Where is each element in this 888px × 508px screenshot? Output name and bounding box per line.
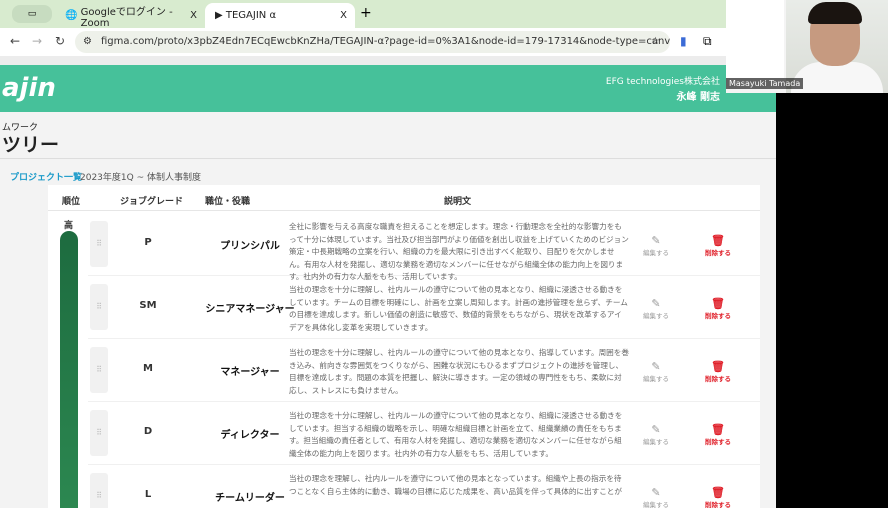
job-grade: L bbox=[144, 489, 152, 500]
divider bbox=[0, 158, 776, 159]
delete-button[interactable]: 🗑 削除する bbox=[698, 487, 738, 508]
job-grade: SM bbox=[139, 300, 157, 311]
table-row: ⠿ SM シニアマネージャー 当社の理念を十分に理解し、社内ルールの遵守について… bbox=[88, 276, 760, 339]
pencil-icon: ✎ bbox=[651, 423, 661, 436]
header-grade: ジョブグレード bbox=[120, 197, 184, 207]
tab-sidebar-button[interactable]: ▭ bbox=[12, 5, 52, 23]
user-name[interactable]: 永峰 剛志 bbox=[677, 88, 720, 103]
table-row: ⠿ P プリンシパル 全社に影響を与える高度な職責を担えることを想定します。理念… bbox=[88, 213, 760, 281]
job-grade: D bbox=[143, 426, 153, 437]
tab-tegajin[interactable]: ▶ TEGAJIN αX bbox=[205, 3, 355, 28]
address-bar-row: ← → ↻ ⚙ figma.com/proto/x3pbZ4Edn7ECqEwcb… bbox=[0, 28, 776, 56]
url-input[interactable]: ⚙ figma.com/proto/x3pbZ4Edn7ECqEwcbKnZHa/… bbox=[75, 31, 670, 53]
delete-button[interactable]: 🗑 削除する bbox=[698, 234, 738, 258]
drag-handle-icon[interactable]: ⠿ bbox=[90, 284, 108, 330]
delete-button[interactable]: 🗑 削除する bbox=[698, 360, 738, 384]
header-role: 職位・役職 bbox=[205, 197, 251, 207]
shared-slide-thumbnail bbox=[726, 0, 784, 78]
header-rank: 順位 bbox=[62, 197, 81, 207]
site-settings-icon[interactable]: ⚙ bbox=[83, 31, 92, 53]
edit-button[interactable]: ✎ 編集する bbox=[636, 360, 676, 384]
close-tab-icon[interactable]: X bbox=[340, 10, 347, 21]
globe-icon: 🌐 bbox=[65, 10, 81, 21]
header-description: 説明文 bbox=[444, 197, 472, 207]
role-description: 当社の理念を十分に理解し、社内ルールの遵守について他の見本となり、指導しています… bbox=[289, 348, 629, 395]
tab-zoom[interactable]: 🌐 Googleでログイン - Zoom X bbox=[55, 3, 205, 29]
drag-handle-icon[interactable]: ⠿ bbox=[90, 347, 108, 393]
pencil-icon: ✎ bbox=[651, 297, 661, 310]
app-header: ajin EFG technologies株式会社 永峰 剛志 bbox=[0, 65, 776, 112]
reload-icon[interactable]: ↻ bbox=[55, 34, 65, 48]
role-description: 当社の理念を十分に理解し、社内ルールの遵守について他の見本となり、組織に浸透させ… bbox=[289, 411, 623, 458]
table-row: ⠿ M マネージャー 当社の理念を十分に理解し、社内ルールの遵守について他の見本… bbox=[88, 339, 760, 402]
edit-button[interactable]: ✎ 編集する bbox=[636, 234, 676, 258]
edit-button[interactable]: ✎ 編集する bbox=[636, 423, 676, 447]
delete-button[interactable]: 🗑 削除する bbox=[698, 423, 738, 447]
breadcrumb-current: 2023年度1Q ~ 体制人事制度 bbox=[80, 173, 201, 183]
bookmark-star-icon[interactable]: ☆ bbox=[651, 31, 660, 53]
edit-button[interactable]: ✎ 編集する bbox=[636, 487, 676, 508]
breadcrumb-projects-link[interactable]: プロジェクト一覧 bbox=[10, 170, 82, 183]
table-row: ⠿ L チームリーダー 当社の理念を理解し、社内ルールを遵守について他の見本とな… bbox=[88, 465, 760, 508]
trash-icon: 🗑 bbox=[711, 360, 725, 373]
video-overlay: Masayuki Tamada bbox=[726, 0, 888, 93]
rank-gradient-bar bbox=[60, 231, 78, 508]
delete-button[interactable]: 🗑 削除する bbox=[698, 297, 738, 321]
drag-handle-icon[interactable]: ⠿ bbox=[90, 221, 108, 267]
drag-handle-icon[interactable]: ⠿ bbox=[90, 410, 108, 456]
new-tab-button[interactable]: + bbox=[360, 5, 372, 21]
tab-bar: ▭ 🌐 Googleでログイン - Zoom X ▶ TEGAJIN αX + bbox=[0, 0, 776, 29]
page-title: ツリー bbox=[2, 134, 60, 156]
forward-icon[interactable]: → bbox=[32, 34, 42, 48]
logo[interactable]: ajin bbox=[2, 73, 56, 103]
rank-high-label: 高 bbox=[64, 221, 74, 231]
role-description: 当社の理念を理解し、社内ルールを遵守について他の見本となっています。組織や上長の… bbox=[289, 474, 622, 496]
drag-handle-icon[interactable]: ⠿ bbox=[90, 473, 108, 508]
trash-icon: 🗑 bbox=[711, 423, 725, 436]
back-icon[interactable]: ← bbox=[10, 34, 20, 48]
company-name: EFG technologies株式会社 bbox=[605, 77, 720, 87]
role-description: 全社に影響を与える高度な職責を担えることを想定します。理念・行動理念を全社的な影… bbox=[289, 222, 629, 282]
trash-icon: 🗑 bbox=[711, 486, 725, 499]
figma-play-icon: ▶ bbox=[215, 10, 226, 21]
pencil-icon: ✎ bbox=[651, 486, 661, 499]
pencil-icon: ✎ bbox=[651, 360, 661, 373]
extension-icon[interactable]: ▮ bbox=[680, 34, 687, 48]
pencil-icon: ✎ bbox=[651, 234, 661, 247]
edit-button[interactable]: ✎ 編集する bbox=[636, 297, 676, 321]
table-row: ⠿ D ディレクター 当社の理念を十分に理解し、社内ルールの遵守について他の見本… bbox=[88, 402, 760, 465]
trash-icon: 🗑 bbox=[711, 234, 725, 247]
browser-window: ▭ 🌐 Googleでログイン - Zoom X ▶ TEGAJIN αX + ←… bbox=[0, 0, 776, 508]
close-tab-icon[interactable]: X bbox=[190, 10, 197, 21]
participant-name: Masayuki Tamada bbox=[726, 78, 804, 89]
role-description: 当社の理念を十分に理解し、社内ルールの遵守について他の見本となり、組織に浸透させ… bbox=[289, 285, 628, 332]
extensions-puzzle-icon[interactable]: ⧉ bbox=[703, 34, 712, 49]
trash-icon: 🗑 bbox=[711, 297, 725, 310]
job-grade: P bbox=[144, 237, 152, 248]
job-grade-table: 順位 ジョブグレード 職位・役職 説明文 高 ⠿ P プリンシパル 全社に影響を… bbox=[48, 185, 760, 508]
job-grade: M bbox=[143, 363, 153, 374]
